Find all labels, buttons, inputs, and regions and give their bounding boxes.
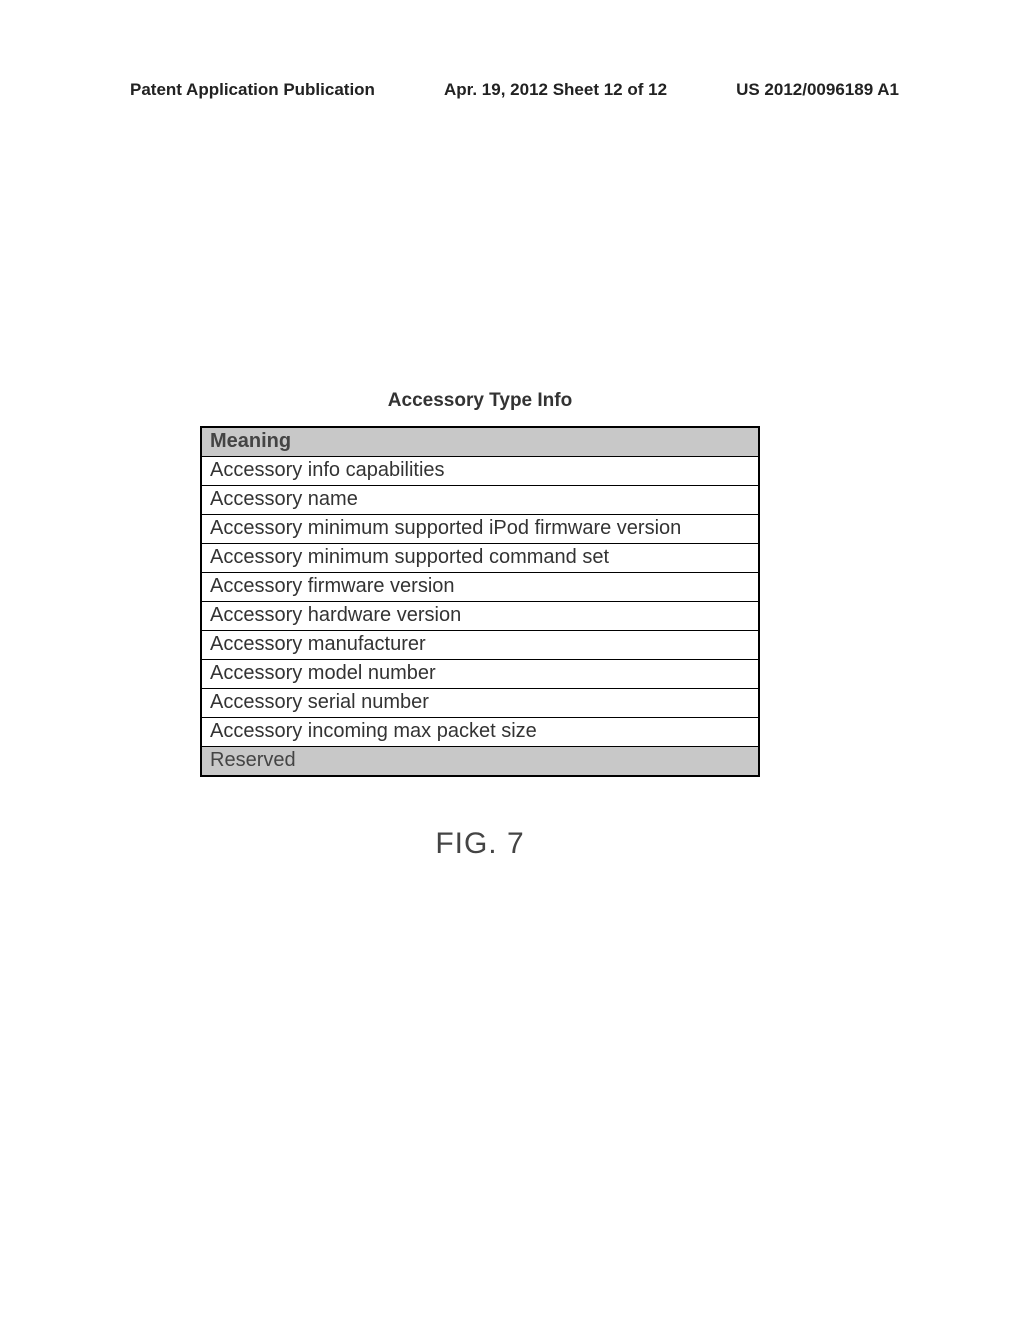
- table-row: Accessory name: [202, 486, 758, 515]
- table-header-cell: Meaning: [202, 428, 758, 457]
- table-row: Accessory minimum supported iPod firmwar…: [202, 515, 758, 544]
- figure-label: FIG. 7: [200, 827, 760, 861]
- table-row: Accessory incoming max packet size: [202, 718, 758, 747]
- table-row: Accessory serial number: [202, 689, 758, 718]
- accessory-type-info-table: Meaning Accessory info capabilities Acce…: [200, 426, 760, 777]
- table-row: Accessory info capabilities: [202, 457, 758, 486]
- header-right: US 2012/0096189 A1: [736, 80, 899, 100]
- table-row: Accessory manufacturer: [202, 631, 758, 660]
- table-row: Accessory minimum supported command set: [202, 544, 758, 573]
- header-center: Apr. 19, 2012 Sheet 12 of 12: [444, 80, 667, 100]
- header-left: Patent Application Publication: [130, 80, 375, 100]
- table-row: Accessory hardware version: [202, 602, 758, 631]
- table-title: Accessory Type Info: [200, 390, 760, 412]
- table-footer-cell: Reserved: [202, 747, 758, 775]
- table-row: Accessory firmware version: [202, 573, 758, 602]
- page-header: Patent Application Publication Apr. 19, …: [0, 80, 1024, 100]
- table-row: Accessory model number: [202, 660, 758, 689]
- figure-content: Accessory Type Info Meaning Accessory in…: [200, 390, 760, 861]
